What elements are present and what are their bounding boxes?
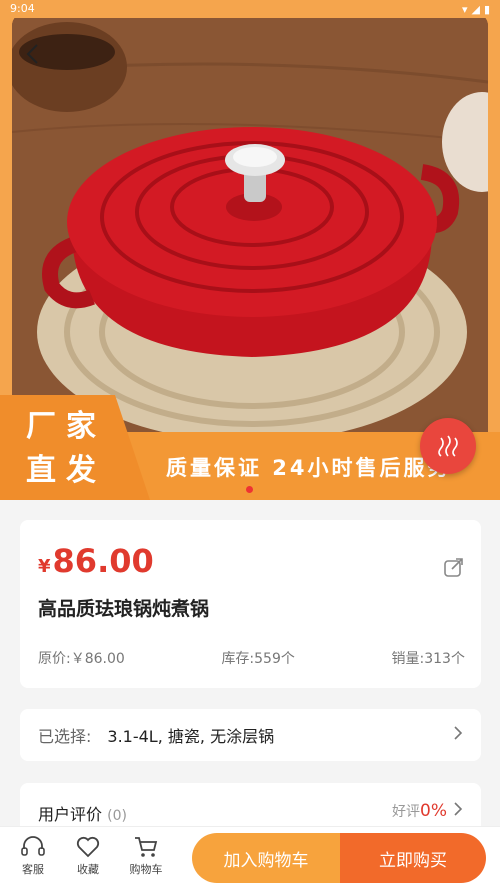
reviews-label: 用户评价 — [38, 805, 103, 824]
price: ¥ 86.00 — [38, 542, 463, 580]
quick-action-button[interactable] — [420, 418, 476, 474]
tab-cart[interactable]: 购物车 — [121, 835, 171, 877]
share-icon — [444, 558, 463, 577]
sales-count: 销量:313个 — [391, 651, 465, 667]
product-photo[interactable] — [12, 12, 488, 452]
chevron-left-icon — [26, 44, 38, 64]
wifi-icon: ▾ — [461, 2, 468, 16]
selection-value: 3.1-4L, 搪瓷, 无涂层锅 — [107, 727, 275, 746]
cart-icon — [135, 837, 158, 857]
price-value: 86.00 — [52, 542, 154, 580]
headset-icon — [21, 836, 45, 856]
original-price: 原价:￥86.00 — [38, 651, 125, 667]
stock-count: 库存:559个 — [221, 651, 295, 667]
back-button[interactable] — [16, 38, 48, 70]
heart-icon — [76, 836, 100, 858]
chevron-right-icon — [453, 725, 463, 746]
tab-label: 客服 — [22, 863, 44, 876]
tab-customer-service[interactable]: 客服 — [8, 835, 58, 877]
add-to-cart-button[interactable]: 加入购物车 — [192, 833, 340, 883]
gallery-page-indicator[interactable] — [246, 486, 253, 493]
tab-label: 收藏 — [77, 863, 99, 876]
tab-label: 购物车 — [129, 863, 163, 876]
product-title: 高品质珐琅锅炖煮锅 — [38, 598, 210, 620]
good-rate-value: 0% — [420, 801, 447, 821]
battery-icon: ▮ — [483, 2, 490, 16]
product-meta: 原价:￥86.00 库存:559个 销量:313个 — [38, 648, 465, 668]
spec-selector[interactable]: 已选择: 3.1-4L, 搪瓷, 无涂层锅 — [20, 709, 481, 761]
reviews-title: 用户评价 (0) — [38, 801, 392, 825]
status-bar: 9:04 ▾ ◢ ▮ — [0, 0, 500, 18]
share-button[interactable] — [443, 556, 465, 578]
price-card: ¥ 86.00 高品质珐琅锅炖煮锅 原价:￥86.00 库存:559个 销量:3… — [20, 520, 481, 688]
status-time: 9:04 — [10, 2, 35, 15]
chevron-right-icon — [453, 801, 463, 822]
good-rate-label: 好评 — [392, 804, 421, 820]
badge-line-2: 直发 — [26, 453, 106, 488]
steam-icon — [438, 435, 458, 457]
buy-now-button[interactable]: 立即购买 — [340, 833, 486, 883]
currency-symbol: ¥ — [38, 556, 51, 577]
tab-favorite[interactable]: 收藏 — [63, 835, 113, 877]
selection-label: 已选择: — [38, 727, 92, 746]
good-rate: 好评0% — [392, 801, 447, 821]
reviews-count: (0) — [107, 808, 127, 824]
signal-icon: ◢ — [471, 2, 480, 16]
slogan-text: 质量保证 24小时售后服务 — [166, 456, 452, 480]
